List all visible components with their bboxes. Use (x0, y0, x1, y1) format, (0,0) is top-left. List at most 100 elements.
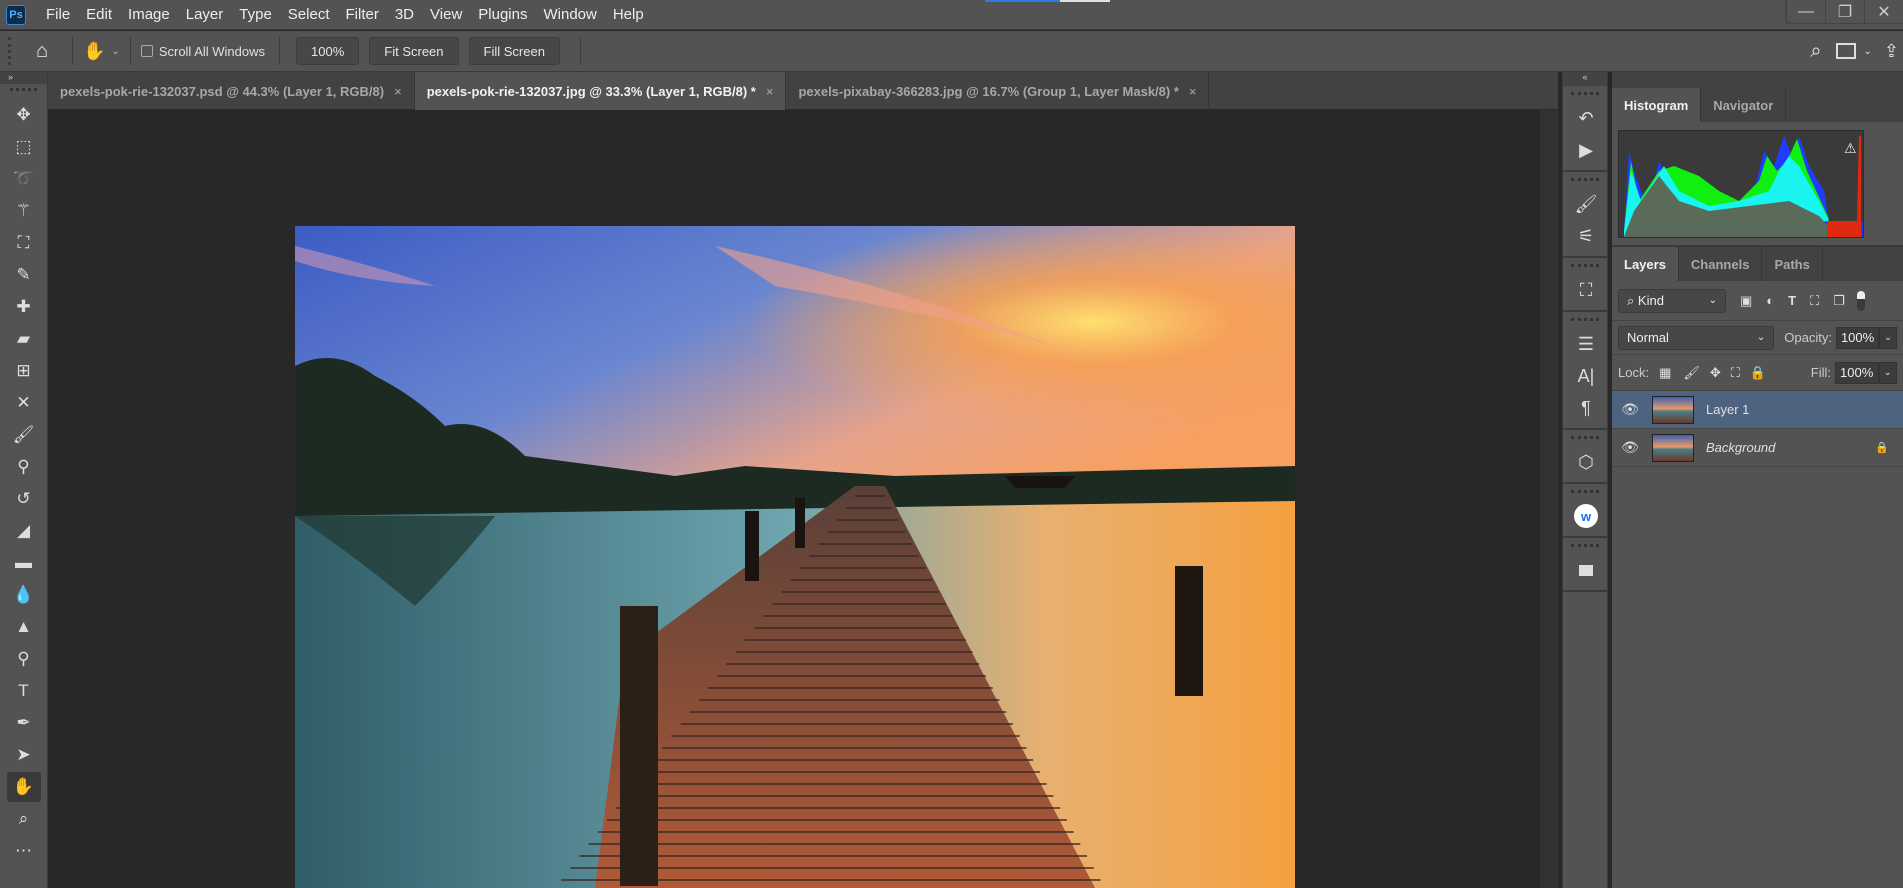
document-tab[interactable]: pexels-pixabay-366283.jpg @ 16.7% (Group… (786, 72, 1210, 110)
home-icon[interactable]: ⌂ (22, 40, 62, 63)
recompose-tool-icon[interactable]: ✕ (7, 388, 41, 418)
menu-type[interactable]: Type (231, 6, 280, 23)
tool-preset-chevron-icon[interactable]: ⌄ (111, 46, 119, 57)
fill-input[interactable]: 100% (1835, 361, 1879, 384)
workspace-icon[interactable] (1835, 43, 1856, 59)
plugins-icon[interactable] (1563, 554, 1609, 586)
history-brush-tool-icon[interactable]: ↺ (7, 484, 41, 514)
menu-file[interactable]: File (38, 6, 78, 23)
filter-toggle-switch[interactable] (1856, 290, 1865, 311)
tab-channels[interactable]: Channels (1679, 247, 1763, 281)
layer-row[interactable]: 👁 Background 🔒 (1612, 429, 1903, 467)
blur-tool-icon[interactable]: 💧 (7, 580, 41, 610)
zoom-tool-icon[interactable]: ⌕ (7, 804, 41, 834)
character-icon[interactable]: A| (1563, 360, 1609, 392)
close-tab-icon[interactable]: × (394, 84, 402, 99)
layer-row[interactable]: 👁 Layer 1 (1612, 391, 1903, 429)
lock-image-pixels-icon[interactable]: 🖌 (1683, 365, 1700, 381)
sharpen-tool-icon[interactable]: ▲ (7, 612, 41, 642)
eye-icon[interactable]: 👁 (1612, 401, 1648, 418)
opacity-input[interactable]: 100% (1835, 326, 1880, 349)
menu-filter[interactable]: Filter (338, 6, 387, 23)
menu-edit[interactable]: Edit (78, 6, 120, 23)
history-icon[interactable]: ↶ (1563, 102, 1609, 134)
lock-artboard-icon[interactable]: ⛶ (1731, 365, 1740, 381)
filter-smart-object-icon[interactable]: ❐ (1833, 293, 1845, 309)
search-icon[interactable]: ⌕ (1810, 40, 1821, 63)
lock-icon[interactable]: 🔒 (1875, 441, 1889, 454)
close-button[interactable]: ✕ (1864, 0, 1903, 24)
eyedropper-tool-icon[interactable]: ✎ (7, 260, 41, 290)
close-tab-icon[interactable]: × (766, 84, 774, 99)
menu-view[interactable]: View (422, 6, 470, 23)
lock-all-icon[interactable]: 🔒 (1750, 365, 1766, 381)
tab-layers[interactable]: Layers (1612, 247, 1679, 281)
path-selection-tool-icon[interactable]: ➤ (7, 740, 41, 770)
lasso-tool-icon[interactable]: ➰ (7, 164, 41, 194)
eye-icon[interactable]: 👁 (1612, 439, 1648, 456)
opacity-dropdown-icon[interactable]: ⌄ (1879, 326, 1897, 349)
gradient-tool-icon[interactable]: ▬ (7, 548, 41, 578)
adjustments-icon[interactable]: ☰ (1563, 328, 1609, 360)
magic-wand-tool-icon[interactable]: ⚚ (7, 196, 41, 226)
tab-navigator[interactable]: Navigator (1701, 88, 1787, 122)
type-tool-icon[interactable]: T (7, 676, 41, 706)
brush-tool-icon[interactable]: 🖌 (7, 420, 41, 450)
layer-thumbnail (1652, 433, 1694, 462)
filter-shape-icon[interactable]: ⛶ (1810, 293, 1819, 309)
menu-layer[interactable]: Layer (178, 6, 232, 23)
share-icon[interactable]: ⇪ (1884, 41, 1899, 62)
dodge-tool-icon[interactable]: ⚲ (7, 644, 41, 674)
menu-plugins[interactable]: Plugins (470, 6, 535, 23)
clone-source-icon[interactable]: ⛶ (1563, 274, 1609, 306)
more-tool-icon[interactable]: ⋯ (7, 836, 41, 866)
actions-play-icon[interactable]: ▶ (1563, 134, 1609, 166)
document-tab[interactable]: pexels-pok-rie-132037.psd @ 44.3% (Layer… (48, 72, 415, 110)
title-accent-line (1060, 0, 1110, 2)
zoom-100-button[interactable]: 100% (296, 37, 360, 65)
spot-healing-tool-icon[interactable]: ✚ (7, 292, 41, 322)
brush-settings-icon[interactable]: 🖌 (1563, 188, 1609, 220)
move-tool-icon[interactable]: ✥ (7, 100, 41, 130)
filter-type-icon[interactable]: T (1788, 293, 1796, 308)
tab-histogram[interactable]: Histogram (1612, 88, 1702, 122)
fill-screen-button[interactable]: Fill Screen (468, 37, 560, 65)
document-canvas-image[interactable] (295, 226, 1295, 888)
fill-dropdown-icon[interactable]: ⌄ (1879, 361, 1897, 384)
paragraph-icon[interactable]: ¶ (1563, 392, 1609, 424)
minimize-button[interactable]: — (1786, 0, 1825, 24)
plugin-w-icon[interactable]: w (1563, 500, 1609, 532)
fit-screen-button[interactable]: Fit Screen (369, 37, 459, 65)
clone-stamp-tool-icon[interactable]: ⚲ (7, 452, 41, 482)
tab-paths[interactable]: Paths (1762, 247, 1823, 281)
bandage-tool-icon[interactable]: ▰ (7, 324, 41, 354)
rectangular-marquee-tool-icon[interactable]: ⬚ (7, 132, 41, 162)
menu-select[interactable]: Select (280, 6, 338, 23)
menu-window[interactable]: Window (535, 6, 604, 23)
menu-3d[interactable]: 3D (387, 6, 422, 23)
close-tab-icon[interactable]: × (1189, 84, 1197, 99)
restore-button[interactable]: ❐ (1825, 0, 1864, 24)
vertical-scrollbar[interactable] (1540, 110, 1558, 888)
hand-tool-icon[interactable]: ✋ (6, 772, 41, 802)
lock-transparent-icon[interactable]: ▦ (1659, 365, 1671, 381)
3d-icon[interactable]: ⬡ (1563, 446, 1609, 478)
content-aware-move-tool-icon[interactable]: ⊞ (7, 356, 41, 386)
chevron-down-icon: ⌄ (1708, 295, 1717, 306)
workspace-chevron-icon[interactable]: ⌄ (1864, 46, 1872, 57)
blend-mode-select[interactable]: Normal ⌄ (1618, 325, 1775, 350)
brushes-icon[interactable]: ⚟ (1563, 220, 1609, 252)
filter-adjustment-icon[interactable]: ◐ (1766, 293, 1774, 308)
eraser-tool-icon[interactable]: ◢ (7, 516, 41, 546)
layer-filter-kind-select[interactable]: ⌕ Kind ⌄ (1618, 288, 1726, 313)
document-tab[interactable]: pexels-pok-rie-132037.jpg @ 33.3% (Layer… (414, 72, 787, 110)
hand-tool-icon[interactable]: ✋ (83, 41, 105, 62)
menu-help[interactable]: Help (605, 6, 652, 23)
filter-pixel-icon[interactable]: ▣ (1740, 293, 1752, 309)
crop-tool-icon[interactable]: ⛶ (7, 228, 41, 258)
menu-image[interactable]: Image (120, 6, 178, 23)
pen-tool-icon[interactable]: ✒ (7, 708, 41, 738)
window-controls: — ❐ ✕ (1785, 0, 1903, 24)
lock-position-icon[interactable]: ✥ (1710, 365, 1721, 381)
scroll-all-windows-checkbox[interactable] (140, 45, 153, 57)
